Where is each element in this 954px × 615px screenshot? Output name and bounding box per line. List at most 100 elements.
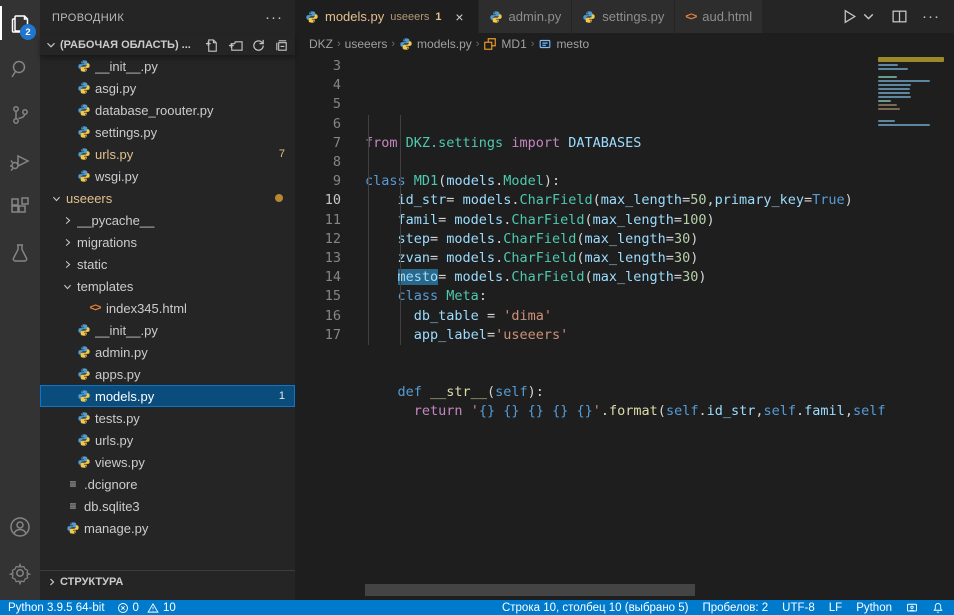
- code-line-10[interactable]: mesto= models.CharField(max_length=30): [365, 268, 954, 287]
- line-number-11: 11: [295, 211, 341, 230]
- refresh-icon[interactable]: [251, 38, 266, 53]
- indentation-status[interactable]: Пробелов: 2: [703, 602, 769, 614]
- python-interpreter-status[interactable]: Python 3.9.5 64-bit: [8, 602, 105, 614]
- tree-item-database-roouter-py[interactable]: database_roouter.py: [40, 99, 295, 121]
- code-line-5[interactable]: class MD1(models.Model):: [365, 172, 954, 191]
- tree-item--dcignore[interactable]: ≡.dcignore: [40, 473, 295, 495]
- tree-item-admin-py[interactable]: admin.py: [40, 341, 295, 363]
- problems-status[interactable]: 0 10: [117, 602, 176, 614]
- selected-text: mesto: [398, 269, 439, 285]
- code-line-6[interactable]: id_str= models.CharField(max_length=50,p…: [365, 191, 954, 210]
- tree-item--pycache-[interactable]: __pycache__: [40, 209, 295, 231]
- split-editor-icon[interactable]: [891, 8, 908, 25]
- html-file-icon: <>: [86, 302, 104, 314]
- breadcrumb-item-md1[interactable]: MD1: [483, 37, 526, 51]
- close-tab-icon[interactable]: ×: [452, 9, 468, 25]
- new-folder-icon[interactable]: [228, 38, 243, 53]
- tree-item-urls-py[interactable]: urls.py: [40, 429, 295, 451]
- code-line-12[interactable]: db_table = 'dima': [365, 307, 954, 326]
- field-icon: [538, 37, 552, 51]
- language-mode-status[interactable]: Python: [856, 602, 892, 614]
- chevron-expanded-icon: [59, 281, 75, 292]
- breadcrumb-separator: ›: [476, 38, 480, 50]
- workspace-section-header[interactable]: (РАБОЧАЯ ОБЛАСТЬ) ...: [40, 35, 295, 55]
- testing-icon[interactable]: [0, 230, 40, 276]
- tree-item-models-py[interactable]: models.py1: [40, 385, 295, 407]
- code-line-15[interactable]: [365, 364, 954, 383]
- run-debug-icon[interactable]: [0, 138, 40, 184]
- outline-section-header[interactable]: СТРУКТУРА: [40, 570, 295, 592]
- line-number-10: 10: [295, 191, 341, 210]
- run-dropdown-chevron-icon[interactable]: [860, 8, 877, 25]
- html-file-icon: <>: [685, 11, 696, 23]
- breadcrumb-item-dkz[interactable]: DKZ: [309, 37, 333, 51]
- account-icon[interactable]: [0, 504, 40, 550]
- tree-item-useeers[interactable]: useeers: [40, 187, 295, 209]
- explorer-icon[interactable]: 2: [0, 0, 40, 46]
- tree-item-label: urls.py: [95, 433, 295, 448]
- tree-item-views-py[interactable]: views.py: [40, 451, 295, 473]
- tab-settings-py[interactable]: settings.py: [572, 0, 675, 33]
- python-file-icon: [64, 521, 82, 535]
- settings-gear-icon[interactable]: [0, 550, 40, 596]
- tree-item--init-py[interactable]: __init__.py: [40, 319, 295, 341]
- python-file-icon: [75, 81, 93, 95]
- minimap-line: [878, 80, 930, 82]
- minimap[interactable]: [878, 57, 944, 128]
- tree-item-db-sqlite3[interactable]: ≡db.sqlite3: [40, 495, 295, 517]
- breadcrumb-item-useeers[interactable]: useeers: [345, 37, 388, 51]
- breadcrumb-item-mesto[interactable]: mesto: [538, 37, 589, 51]
- breadcrumb-item-models-py[interactable]: models.py: [399, 37, 472, 51]
- tree-item-migrations[interactable]: migrations: [40, 231, 295, 253]
- editor-more-actions-icon[interactable]: ···: [922, 8, 940, 25]
- code-line-4[interactable]: [365, 153, 954, 172]
- line-number-13: 13: [295, 249, 341, 268]
- code-line-7[interactable]: famil= models.CharField(max_length=100): [365, 211, 954, 230]
- source-control-icon[interactable]: [0, 92, 40, 138]
- cursor-position-status[interactable]: Строка 10, столбец 10 (выбрано 5): [502, 602, 689, 614]
- code-line-8[interactable]: step= models.CharField(max_length=30): [365, 230, 954, 249]
- code-line-16[interactable]: def __str__(self):: [365, 383, 954, 402]
- code-line-9[interactable]: zvan= models.CharField(max_length=30): [365, 249, 954, 268]
- tree-item-index345-html[interactable]: <>index345.html: [40, 297, 295, 319]
- code-area[interactable]: 34567891011121314151617 from DKZ.setting…: [295, 55, 954, 600]
- code-line-11[interactable]: class Meta:: [365, 287, 954, 306]
- tree-item-label: __init__.py: [95, 59, 295, 74]
- tree-item-urls-py[interactable]: urls.py7: [40, 143, 295, 165]
- tree-item--init-py[interactable]: __init__.py: [40, 55, 295, 77]
- python-file-icon: [75, 59, 93, 73]
- run-button[interactable]: [841, 8, 877, 25]
- tree-item-wsgi-py[interactable]: wsgi.py: [40, 165, 295, 187]
- new-file-icon[interactable]: [205, 38, 220, 53]
- tree-item-apps-py[interactable]: apps.py: [40, 363, 295, 385]
- tree-item-settings-py[interactable]: settings.py: [40, 121, 295, 143]
- tree-item-manage-py[interactable]: manage.py: [40, 517, 295, 539]
- tab-aud-html[interactable]: <>aud.html: [675, 0, 763, 33]
- code-line-13[interactable]: app_label='useeers': [365, 326, 954, 345]
- code-line-14[interactable]: [365, 345, 954, 364]
- search-icon[interactable]: [0, 46, 40, 92]
- tree-item-static[interactable]: static: [40, 253, 295, 275]
- python-file-icon: [75, 125, 93, 139]
- problems-count-badge: 7: [279, 148, 285, 160]
- tree-item-templates[interactable]: templates: [40, 275, 295, 297]
- tab-admin-py[interactable]: admin.py: [479, 0, 573, 33]
- line-number-16: 16: [295, 307, 341, 326]
- minimap-line: [878, 88, 910, 90]
- tree-item-tests-py[interactable]: tests.py: [40, 407, 295, 429]
- code-line-17[interactable]: return '{} {} {} {} {}'.format(self.id_s…: [365, 402, 954, 421]
- tab-models-py[interactable]: models.pyuseeers1×: [295, 0, 479, 33]
- explorer-more-actions-icon[interactable]: ···: [265, 9, 283, 26]
- horizontal-scrollbar[interactable]: [365, 584, 695, 596]
- collapse-all-icon[interactable]: [274, 38, 289, 53]
- tab-problems-badge: 1: [435, 11, 441, 23]
- extensions-icon[interactable]: [0, 184, 40, 230]
- feedback-icon[interactable]: [906, 602, 918, 614]
- encoding-status[interactable]: UTF-8: [782, 602, 815, 614]
- tree-item-asgi-py[interactable]: asgi.py: [40, 77, 295, 99]
- line-number-7: 7: [295, 134, 341, 153]
- eol-status[interactable]: LF: [829, 602, 842, 614]
- notifications-bell-icon[interactable]: [932, 602, 944, 614]
- code-line-3[interactable]: from DKZ.settings import DATABASES: [365, 134, 954, 153]
- modified-dot-badge: [275, 194, 283, 202]
